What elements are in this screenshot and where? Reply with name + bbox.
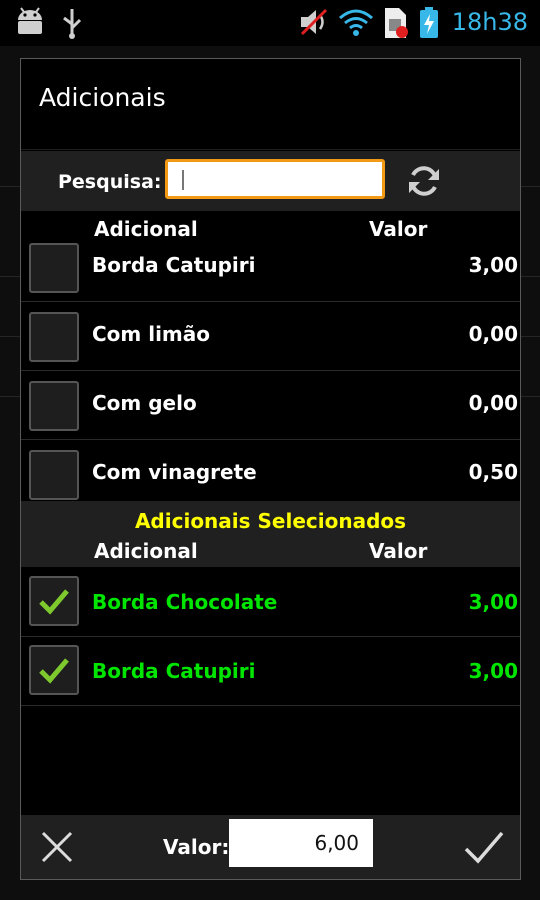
- list-item[interactable]: Com limão 0,00: [21, 302, 520, 371]
- adicionais-list[interactable]: Borda Catupiri 3,00 Com limão 0,00 Com g…: [21, 233, 520, 501]
- selected-list-item[interactable]: Borda Catupiri 3,00: [21, 637, 520, 706]
- confirm-check-icon[interactable]: [462, 827, 506, 867]
- item-name: Com vinagrete: [92, 460, 257, 484]
- list-item[interactable]: Borda Catupiri 3,00: [21, 233, 520, 302]
- selected-item-name: Borda Catupiri: [92, 659, 256, 683]
- dialog-footer: Valor: 6,00: [21, 815, 520, 879]
- checkbox[interactable]: [29, 381, 79, 431]
- checkbox-checked[interactable]: [29, 576, 79, 626]
- search-bar: Pesquisa:: [21, 151, 520, 211]
- status-time: 18h38: [451, 8, 528, 36]
- volume-muted-icon: [300, 8, 328, 36]
- selected-column-header-valor: Valor: [369, 539, 428, 563]
- checkbox-checked[interactable]: [29, 645, 79, 695]
- list-item[interactable]: Com vinagrete 0,50: [21, 440, 520, 501]
- total-label: Valor:: [163, 835, 230, 859]
- text-caret: [182, 170, 184, 190]
- dialog-title: Adicionais: [39, 83, 166, 112]
- checkbox[interactable]: [29, 243, 79, 293]
- refresh-icon[interactable]: [404, 161, 444, 201]
- status-bar: 18h38: [0, 0, 540, 46]
- selected-list-item[interactable]: Borda Chocolate 3,00: [21, 568, 520, 637]
- usb-icon: [63, 9, 82, 39]
- adicionais-dialog: Adicionais Pesquisa: Adicional Valor Bor…: [20, 58, 521, 880]
- selected-section-header: Adicionais Selecionados Adicional Valor: [21, 501, 520, 567]
- close-icon[interactable]: [39, 829, 75, 865]
- battery-charging-icon: [420, 7, 438, 38]
- checkmark-icon: [39, 589, 69, 615]
- list-item[interactable]: Com gelo 0,00: [21, 371, 520, 440]
- android-debug-icon: [18, 7, 42, 34]
- item-value: 0,50: [468, 460, 518, 484]
- item-name: Com gelo: [92, 391, 197, 415]
- search-input[interactable]: [165, 159, 385, 199]
- checkbox[interactable]: [29, 312, 79, 362]
- total-value-field: 6,00: [229, 819, 373, 867]
- title-divider: [21, 149, 520, 150]
- wifi-icon: [339, 9, 373, 36]
- search-label: Pesquisa:: [58, 171, 162, 193]
- total-value: 6,00: [314, 831, 359, 855]
- selected-section-title: Adicionais Selecionados: [134, 509, 407, 533]
- checkbox[interactable]: [29, 450, 79, 500]
- item-value: 0,00: [468, 322, 518, 346]
- sim-card-icon: [385, 8, 408, 38]
- selected-column-header-adicional: Adicional: [94, 539, 198, 563]
- checkmark-icon: [39, 658, 69, 684]
- item-name: Com limão: [92, 322, 211, 346]
- item-value: 3,00: [468, 253, 518, 277]
- item-name: Borda Catupiri: [92, 253, 256, 277]
- selected-item-value: 3,00: [468, 659, 518, 683]
- item-value: 0,00: [468, 391, 518, 415]
- selected-item-value: 3,00: [468, 590, 518, 614]
- selected-item-name: Borda Chocolate: [92, 590, 278, 614]
